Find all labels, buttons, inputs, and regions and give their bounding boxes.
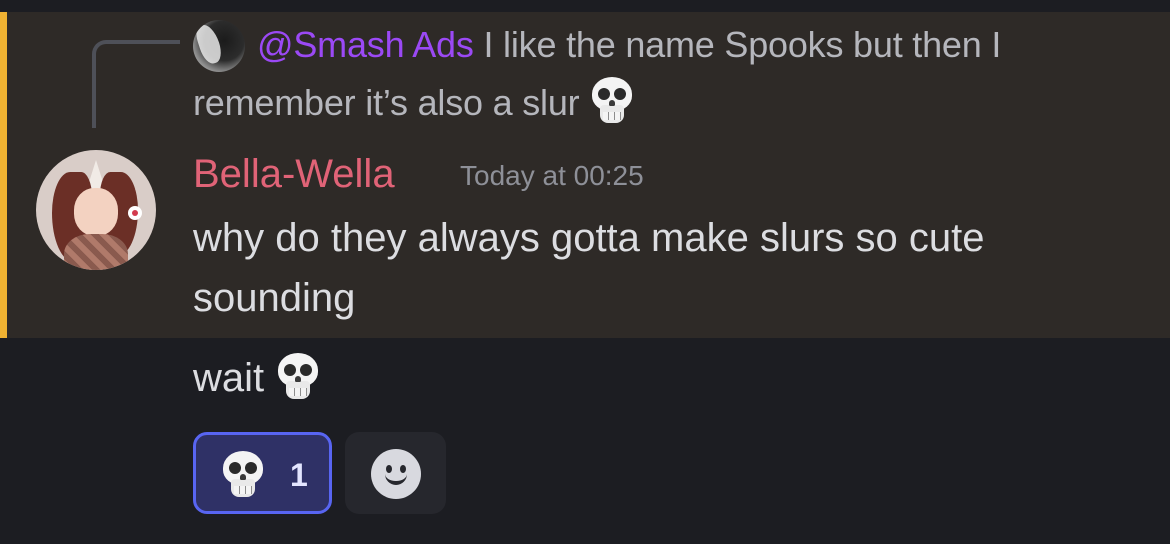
add-reaction-button[interactable] bbox=[345, 432, 446, 514]
author-username[interactable]: Bella-Wella bbox=[193, 146, 395, 202]
followup-text: wait bbox=[193, 356, 265, 400]
heart-icon bbox=[128, 206, 142, 220]
top-divider bbox=[0, 0, 1170, 12]
reaction-count: 1 bbox=[290, 457, 308, 493]
smiley-face-icon bbox=[371, 449, 421, 499]
reply-preview[interactable]: @Smash Ads I like the name Spooks but th… bbox=[193, 16, 1153, 132]
chat-view: @Smash Ads I like the name Spooks but th… bbox=[0, 0, 1170, 544]
reply-mention[interactable]: @Smash Ads bbox=[257, 24, 474, 65]
skull-emoji-icon bbox=[275, 353, 321, 401]
followup-message: wait bbox=[193, 348, 321, 408]
skull-emoji-icon bbox=[589, 77, 635, 125]
mention-indicator-bar bbox=[0, 12, 7, 338]
reaction-skull-button[interactable]: 1 bbox=[193, 432, 332, 514]
message-body: why do they always gotta make slurs so c… bbox=[193, 216, 985, 320]
message-timestamp[interactable]: Today at 00:25 bbox=[460, 156, 644, 196]
reply-connector bbox=[92, 40, 180, 128]
author-avatar[interactable] bbox=[36, 150, 156, 270]
skull-emoji-icon bbox=[220, 451, 266, 499]
